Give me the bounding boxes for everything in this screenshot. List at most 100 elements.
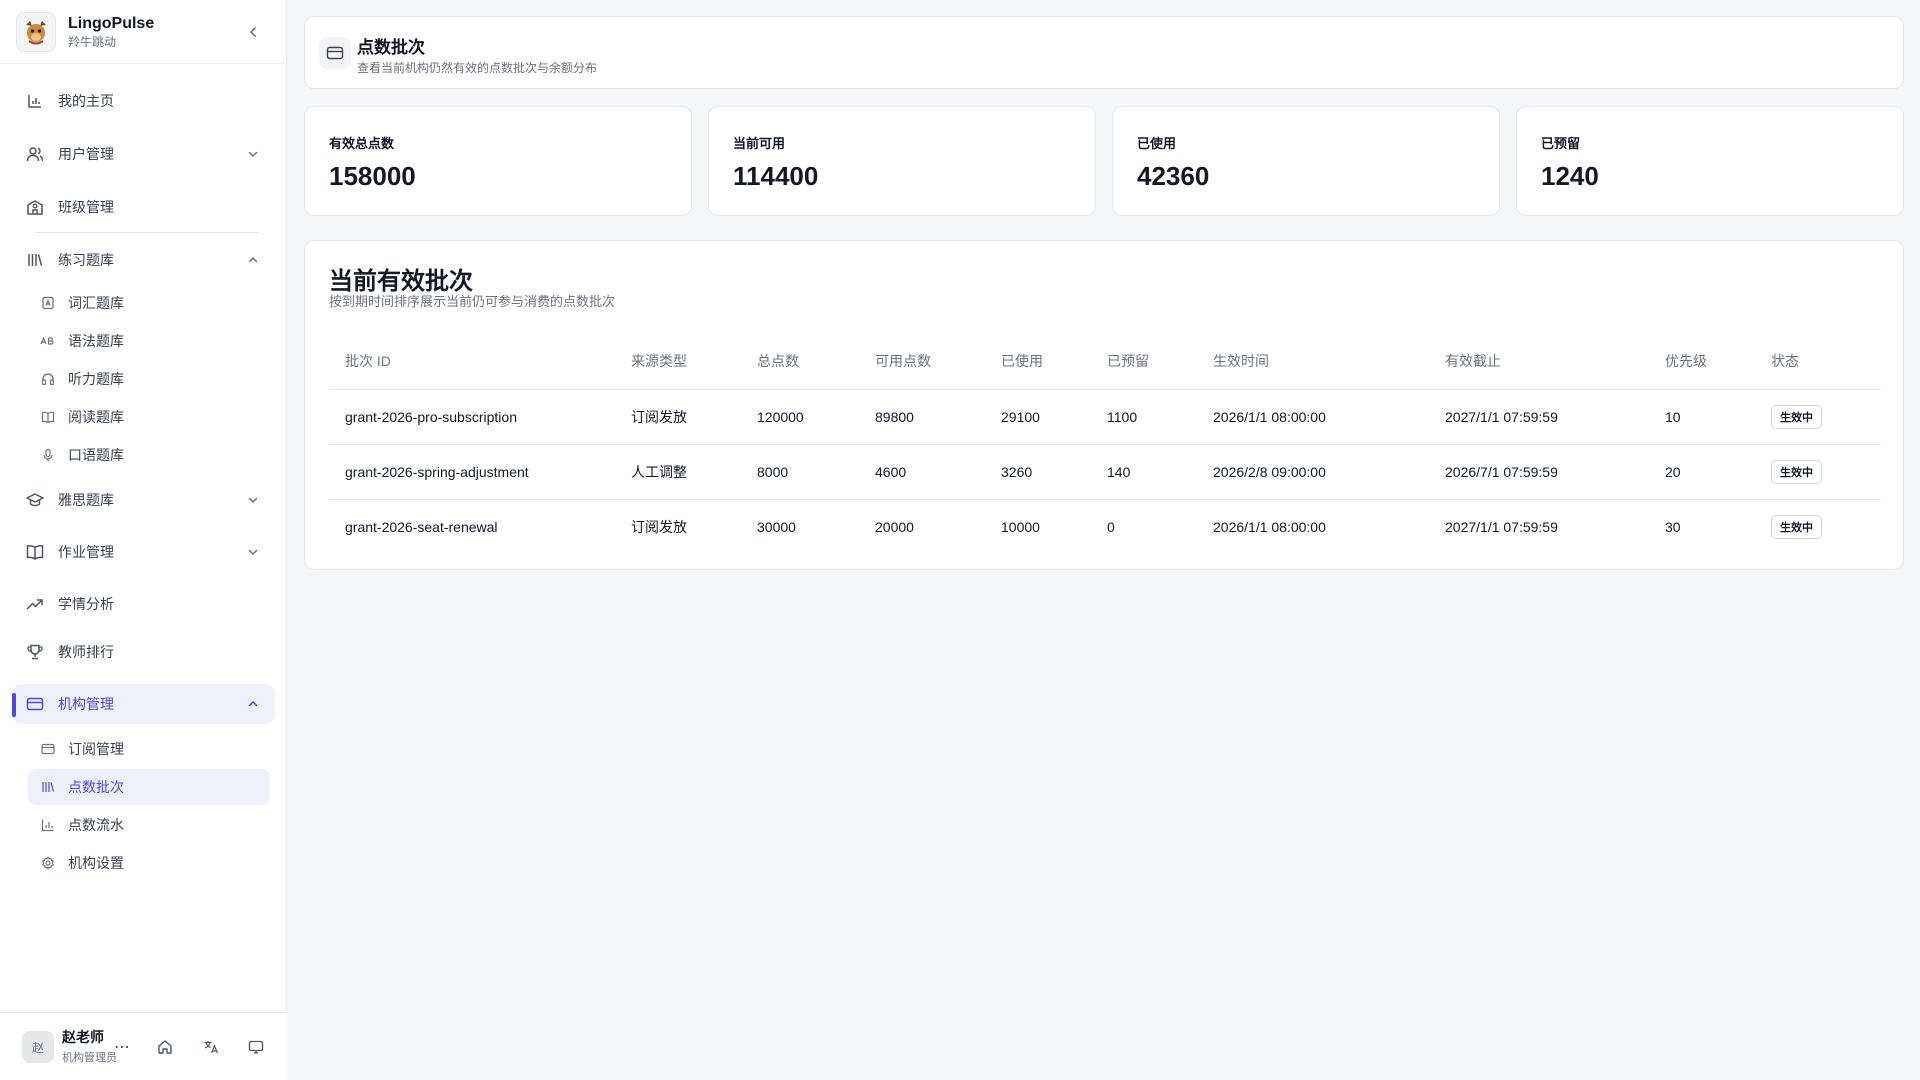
sidebar-subitem-speaking[interactable]: 口语题库 xyxy=(28,437,270,473)
cell-reserved: 140 xyxy=(1091,444,1197,500)
users-icon xyxy=(26,145,44,163)
table-row[interactable]: grant-2026-pro-subscription 订阅发放 120000 … xyxy=(329,389,1881,445)
trophy-icon xyxy=(26,643,44,661)
stat-card-available: 当前可用 114400 xyxy=(708,106,1096,216)
sidebar-item-org-management[interactable]: 机构管理 xyxy=(12,684,275,724)
table-header-row: 批次 ID 来源类型 总点数 可用点数 已使用 已预留 生效时间 有效截止 优先… xyxy=(329,333,1881,390)
divider xyxy=(0,63,287,64)
status-badge: 生效中 xyxy=(1771,514,1822,539)
sidebar-subitem-label: 阅读题库 xyxy=(68,409,124,425)
user-role: 机构管理员 xyxy=(62,1052,117,1064)
cell-priority: 10 xyxy=(1649,389,1755,445)
sidebar-item-label: 雅思题库 xyxy=(58,492,114,508)
more-options-button[interactable]: ⋯ xyxy=(110,1035,134,1059)
chevron-down-icon xyxy=(245,544,261,560)
credit-card-icon xyxy=(40,741,56,757)
sidebar-item-ielts-bank[interactable]: 雅思题库 xyxy=(12,480,275,520)
sidebar-subitem-label: 词汇题库 xyxy=(68,295,124,311)
stat-card-reserved: 已预留 1240 xyxy=(1516,106,1904,216)
stat-value: 42360 xyxy=(1137,161,1210,191)
sidebar-subitem-label: 语法题库 xyxy=(68,333,124,349)
cell-available: 89800 xyxy=(859,389,985,445)
table-row[interactable]: grant-2026-spring-adjustment 人工调整 8000 4… xyxy=(329,444,1881,500)
sidebar-subitem-grammar[interactable]: 语法题库 xyxy=(28,323,270,359)
cell-expiry: 2026/7/1 07:59:59 xyxy=(1429,444,1649,500)
brand: LingoPulse 羚牛跳动 xyxy=(16,12,271,52)
sidebar-subitem-listening[interactable]: 听力题库 xyxy=(28,361,270,397)
stat-label: 当前可用 xyxy=(733,136,786,151)
trending-up-icon xyxy=(26,595,44,613)
grammar-icon xyxy=(40,333,56,349)
credit-card-icon xyxy=(26,695,44,713)
cell-status: 生效中 xyxy=(1755,499,1881,554)
headphones-icon xyxy=(40,371,56,387)
batches-table: 批次 ID 来源类型 总点数 可用点数 已使用 已预留 生效时间 有效截止 优先… xyxy=(329,333,1881,554)
stat-value: 114400 xyxy=(733,161,819,191)
avatar[interactable]: 赵 xyxy=(22,1031,54,1063)
active-batches-card: 当前有效批次 按到期时间排序展示当前仍可参与消费的点数批次 批次 ID 来源类型… xyxy=(304,240,1904,570)
book-icon xyxy=(40,409,56,425)
page-subtitle: 查看当前机构仍然有效的点数批次与余额分布 xyxy=(357,61,598,75)
chevron-left-icon xyxy=(250,27,256,37)
cell-used: 29100 xyxy=(985,389,1091,445)
sidebar: LingoPulse 羚牛跳动 我的主页 用户管理 班级管理 练习题库 词汇题库… xyxy=(0,0,287,1080)
stat-card-total: 有效总点数 158000 xyxy=(304,106,692,216)
column-header: 总点数 xyxy=(741,333,859,390)
sidebar-item-label: 我的主页 xyxy=(58,93,114,109)
cell-source-type: 订阅发放 xyxy=(615,389,741,445)
cell-effective-time: 2026/2/8 09:00:00 xyxy=(1197,444,1429,500)
column-header: 有效截止 xyxy=(1429,333,1649,390)
column-header: 生效时间 xyxy=(1197,333,1429,390)
sidebar-subitem-reading[interactable]: 阅读题库 xyxy=(28,399,270,435)
column-header: 状态 xyxy=(1755,333,1881,390)
cell-batch-id: grant-2026-seat-renewal xyxy=(345,518,498,535)
sidebar-item-label: 机构管理 xyxy=(58,696,114,712)
sidebar-item-classes[interactable]: 班级管理 xyxy=(12,187,275,227)
chevron-down-icon xyxy=(245,492,261,508)
display-button[interactable] xyxy=(244,1035,268,1059)
sidebar-subitem-subscriptions[interactable]: 订阅管理 xyxy=(28,731,270,767)
chevron-up-icon xyxy=(245,696,261,712)
monitor-icon xyxy=(248,1040,264,1054)
gear-icon xyxy=(40,855,56,871)
sidebar-subitem-org-settings[interactable]: 机构设置 xyxy=(28,845,270,881)
sidebar-subitem-label: 机构设置 xyxy=(68,855,124,871)
cell-priority: 30 xyxy=(1665,518,1681,535)
stat-value: 158000 xyxy=(329,161,416,191)
sidebar-subitem-credit-ledger[interactable]: 点数流水 xyxy=(28,807,270,843)
vocabulary-icon xyxy=(40,295,56,311)
school-icon xyxy=(26,198,44,216)
cell-total: 120000 xyxy=(741,389,859,445)
sidebar-subitem-label: 订阅管理 xyxy=(68,741,124,757)
sidebar-item-users[interactable]: 用户管理 xyxy=(12,134,275,174)
table-row[interactable]: grant-2026-seat-renewal 订阅发放 30000 20000… xyxy=(329,499,1881,554)
stat-label: 已使用 xyxy=(1137,136,1177,151)
sidebar-subitem-vocabulary[interactable]: 词汇题库 xyxy=(28,285,270,321)
cell-reserved: 1100 xyxy=(1091,389,1197,445)
brand-subtitle: 羚牛跳动 xyxy=(68,35,117,49)
active-indicator xyxy=(12,693,16,717)
sidebar-subitem-label: 听力题库 xyxy=(68,371,124,387)
language-button[interactable] xyxy=(199,1035,223,1059)
sidebar-item-homework[interactable]: 作业管理 xyxy=(12,532,275,572)
status-badge: 生效中 xyxy=(1771,404,1822,429)
book-open-icon xyxy=(26,543,44,561)
sidebar-item-teacher-ranking[interactable]: 教师排行 xyxy=(12,632,275,672)
sidebar-item-analytics[interactable]: 学情分析 xyxy=(12,584,275,624)
sidebar-subitem-credit-batches[interactable]: 点数批次 xyxy=(28,769,270,805)
collapse-sidebar-button[interactable] xyxy=(243,22,263,42)
cell-source-type: 订阅发放 xyxy=(631,518,687,535)
cell-batch-id: grant-2026-pro-subscription xyxy=(329,389,615,445)
home-icon xyxy=(158,1040,172,1054)
cell-effective-time: 2026/1/1 08:00:00 xyxy=(1213,518,1326,535)
cell-expiry: 2027/1/1 07:59:59 xyxy=(1445,518,1558,535)
sidebar-item-label: 练习题库 xyxy=(58,252,114,268)
credit-card-icon xyxy=(319,37,351,69)
sidebar-item-home[interactable]: 我的主页 xyxy=(12,81,275,121)
sidebar-item-practice-bank[interactable]: 练习题库 xyxy=(12,240,275,280)
chevron-down-icon xyxy=(245,146,261,162)
stat-label: 已预留 xyxy=(1541,136,1581,151)
brand-name: LingoPulse xyxy=(68,15,155,32)
stat-card-used: 已使用 42360 xyxy=(1112,106,1500,216)
home-button[interactable] xyxy=(153,1035,177,1059)
